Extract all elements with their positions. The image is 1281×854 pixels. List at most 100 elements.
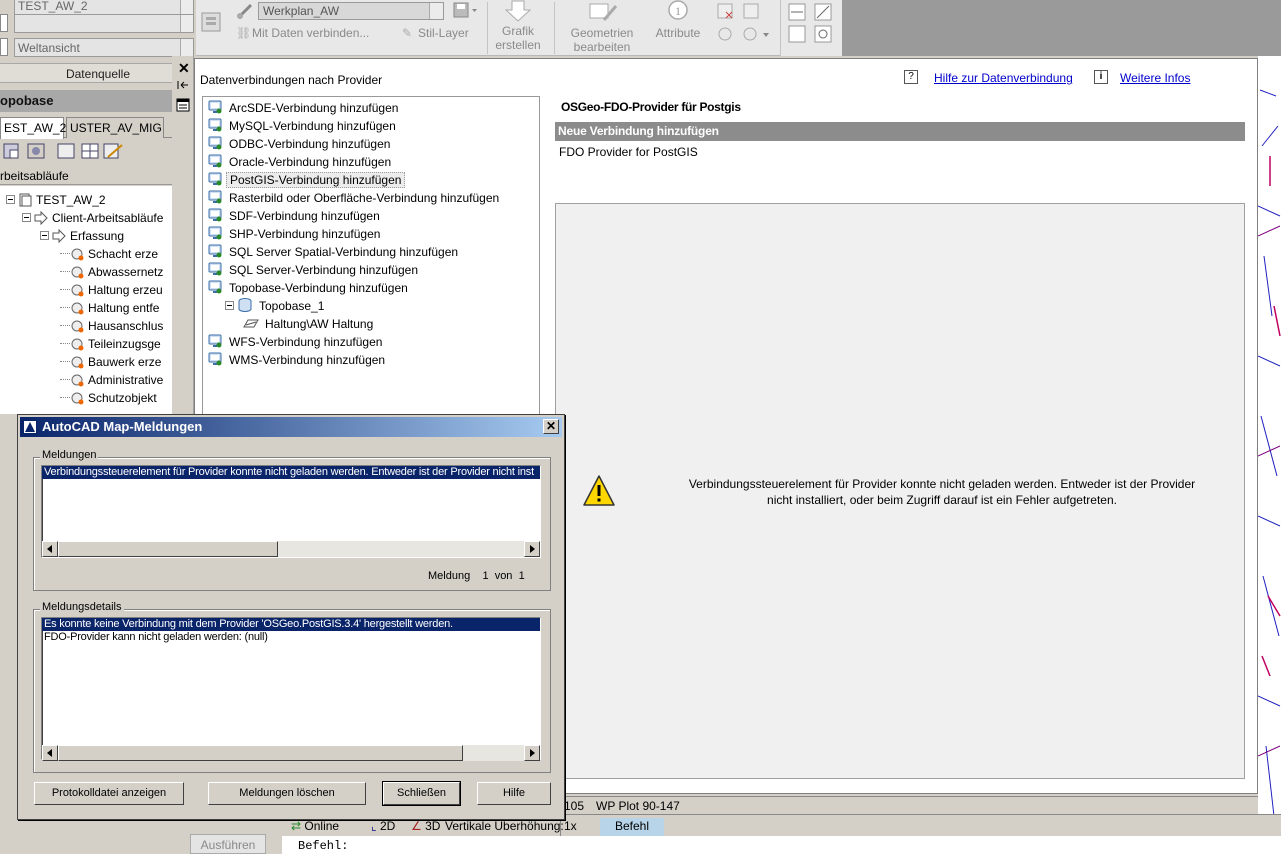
provider-item[interactable]: Rasterbild oder Oberfläche-Verbindung hi… (207, 189, 502, 207)
chevron-down-icon[interactable] (180, 39, 193, 56)
provider-item[interactable]: Haltung\AW Haltung (243, 315, 376, 333)
ribbon-panel-icon[interactable] (200, 10, 222, 34)
filter-combo[interactable] (14, 14, 194, 33)
collapse-icon[interactable] (22, 213, 31, 222)
tab-test-aw-2[interactable]: EST_AW_2 (0, 117, 66, 139)
tool-icon[interactable] (32, 147, 40, 155)
layout-tab[interactable]: WP Plot 90-147 (596, 799, 680, 813)
help-icon[interactable]: ? (904, 70, 918, 84)
vertical-exaggeration-value[interactable]: 1x (560, 818, 580, 836)
messages-scrollbar[interactable] (42, 541, 540, 557)
dialog-title-bar[interactable]: AutoCAD Map-Meldungen ✕ (20, 417, 562, 437)
style-layer-button[interactable]: ✎ Stil-Layer (402, 26, 469, 40)
help-data-connection-link[interactable]: Hilfe zur Datenverbindung (934, 71, 1073, 85)
side-checkbox[interactable] (0, 14, 8, 32)
rotate-icon[interactable] (718, 27, 732, 41)
message-row[interactable]: Verbindungssteuerelement für Provider ko… (42, 466, 540, 479)
scroll-thumb[interactable] (58, 541, 278, 557)
chevron-down-icon[interactable] (180, 0, 193, 14)
tree-item[interactable]: Teileinzugsge (60, 335, 161, 353)
copy-icon[interactable] (743, 3, 759, 19)
provider-item[interactable]: ODBC-Verbindung hinzufügen (207, 135, 393, 153)
details-scrollbar[interactable] (42, 745, 540, 761)
provider-item[interactable]: Oracle-Verbindung hinzufügen (207, 153, 394, 171)
scroll-left-icon[interactable] (42, 745, 58, 761)
chevron-down-icon[interactable] (429, 3, 443, 19)
topobase-toolbar (0, 139, 172, 165)
tree-item[interactable]: Hausanschlus (60, 317, 163, 335)
collapse-icon[interactable] (225, 301, 234, 310)
mode-2d-button[interactable]: ⌞ 2D (368, 818, 398, 836)
scroll-left-icon[interactable] (42, 541, 58, 557)
view-combo[interactable]: Weltansicht (14, 38, 194, 57)
close-button[interactable]: Schließen (382, 781, 461, 806)
provider-item[interactable]: PostGIS-Verbindung hinzufügen (207, 171, 406, 189)
brush-icon[interactable] (236, 2, 254, 20)
zoom-icon[interactable] (743, 27, 757, 41)
layout-tab[interactable]: 105 (564, 799, 584, 813)
detail-row[interactable]: Es konnte keine Verbindung mit dem Provi… (42, 618, 540, 631)
execute-button[interactable]: Ausführen (190, 834, 266, 854)
tab-uster-av-mig[interactable]: USTER_AV_MIG (66, 117, 164, 138)
provider-item[interactable]: Topobase_1 (225, 297, 327, 315)
provider-item[interactable]: SDF-Verbindung hinzufügen (207, 207, 383, 225)
collapse-icon[interactable] (40, 231, 49, 240)
provider-item[interactable]: WFS-Verbindung hinzufügen (207, 333, 385, 351)
link-data-button[interactable]: ⛓Mit Daten verbinden... (236, 26, 369, 40)
close-icon[interactable]: ✕ (178, 60, 190, 77)
tree-item[interactable]: Bauwerk erze (60, 353, 161, 371)
provider-item[interactable]: MySQL-Verbindung hinzufügen (207, 117, 399, 135)
save-style-button[interactable] (452, 2, 480, 20)
create-graphic-button[interactable]: Grafik erstellen (490, 0, 546, 52)
provider-item[interactable]: SQL Server-Verbindung hinzufügen (207, 261, 421, 279)
edit-geometry-button[interactable]: Geometrien bearbeiten (566, 0, 638, 54)
datenquelle-label: Datenquelle (0, 63, 196, 83)
tool-icon[interactable] (57, 143, 75, 159)
drawing-canvas[interactable] (1258, 56, 1281, 820)
dialog-close-button[interactable]: ✕ (543, 419, 559, 434)
command-button[interactable]: Befehl (600, 818, 664, 836)
tree-item[interactable]: Erfassung (40, 227, 124, 245)
dimension-icon[interactable] (814, 25, 832, 43)
tree-item-label: Haltung erzeu (88, 283, 163, 297)
scroll-right-icon[interactable] (524, 745, 540, 761)
workflow-step-icon (70, 283, 84, 297)
side-checkbox[interactable] (0, 38, 8, 56)
tree-item[interactable]: Schutzobjekt (60, 389, 157, 407)
help-button[interactable]: Hilfe (477, 782, 551, 805)
tree-item-label: Administrative (88, 373, 164, 387)
provider-item[interactable]: SHP-Verbindung hinzufügen (207, 225, 383, 243)
tree-item[interactable]: TEST_AW_2 (6, 191, 106, 209)
provider-item[interactable]: WMS-Verbindung hinzufügen (207, 351, 388, 369)
collapse-icon[interactable] (6, 195, 15, 204)
tree-item[interactable]: Schacht erze (60, 245, 158, 263)
chevron-down-icon[interactable] (180, 15, 193, 32)
auto-hide-icon[interactable] (176, 78, 190, 92)
provider-item[interactable]: Topobase-Verbindung hinzufügen (207, 279, 411, 297)
tree-item[interactable]: Haltung erzeu (60, 281, 163, 299)
tool-icon[interactable] (9, 149, 19, 159)
scroll-right-icon[interactable] (524, 541, 540, 557)
tree-item[interactable]: Administrative (60, 371, 163, 389)
more-info-link[interactable]: Weitere Infos (1120, 71, 1190, 85)
style-combo[interactable]: Werkplan_AW (258, 2, 444, 20)
project-combo[interactable]: TEST_AW_2 (14, 0, 194, 15)
attribute-button[interactable]: 1 Attribute (648, 0, 708, 40)
tree-item[interactable]: Client-Arbeitsabläufe (22, 209, 163, 227)
command-line[interactable]: Befehl: (282, 836, 1281, 854)
provider-item[interactable]: ArcSDE-Verbindung hinzufügen (207, 99, 401, 117)
info-icon[interactable]: i (1094, 70, 1108, 84)
provider-item[interactable]: SQL Server Spatial-Verbindung hinzufügen (207, 243, 461, 261)
detail-row[interactable]: FDO-Provider kann nicht geladen werden: … (42, 631, 540, 644)
dimension-icon[interactable] (788, 25, 806, 43)
new-connection-header[interactable]: Neue Verbindung hinzufügen (555, 122, 1245, 141)
tree-item[interactable]: Haltung entfe (60, 299, 159, 317)
tree-item[interactable]: Abwassernetz (60, 263, 163, 281)
show-log-button[interactable]: Protokolldatei anzeigen (34, 782, 184, 805)
online-status[interactable]: ⇄ Online (288, 818, 342, 836)
scroll-thumb[interactable] (58, 745, 463, 761)
mode-3d-button[interactable]: ∠ 3D (408, 818, 443, 836)
details-list[interactable]: Es konnte keine Verbindung mit dem Provi… (41, 617, 541, 760)
clear-messages-button[interactable]: Meldungen löschen (208, 782, 366, 805)
properties-icon[interactable] (176, 98, 190, 112)
